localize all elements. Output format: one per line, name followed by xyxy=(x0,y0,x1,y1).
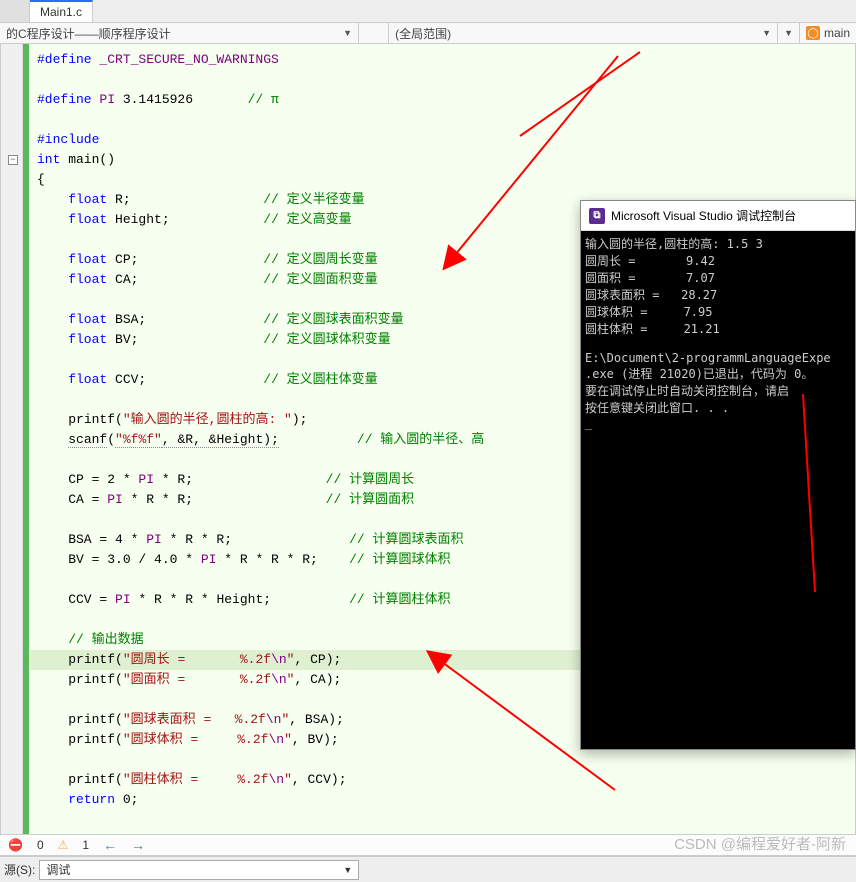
tab-spacer xyxy=(0,0,30,22)
output-source-row: 源(S): 调试 ▼ xyxy=(0,856,856,882)
code-line[interactable]: { xyxy=(29,170,855,190)
code-line[interactable]: #define _CRT_SECURE_NO_WARNINGS xyxy=(29,50,855,70)
console-titlebar[interactable]: ⧉ Microsoft Visual Studio 调试控制台 xyxy=(581,201,855,231)
code-line[interactable]: return 0; xyxy=(29,790,855,810)
console-body: 输入圆的半径,圆柱的高: 1.5 3 圆周长 = 9.42 圆面积 = 7.07… xyxy=(581,231,855,749)
chevron-down-icon: ▼ xyxy=(343,865,352,875)
error-icon[interactable]: ⛔ xyxy=(8,838,23,852)
visual-studio-icon: ⧉ xyxy=(589,208,605,224)
project-selector-label: 的C程序设计——顺序程序设计 xyxy=(6,25,171,42)
code-line[interactable]: printf("圆柱体积 = %.2f\n", CCV); xyxy=(29,770,855,790)
scope-selector-label: (全局范围) xyxy=(395,25,451,42)
warning-icon[interactable]: ⚠ xyxy=(58,838,69,852)
scope-selector[interactable]: (全局范围) ▼ xyxy=(389,23,778,43)
fold-toggle-icon[interactable]: − xyxy=(8,155,18,165)
source-label: 源(S): xyxy=(4,861,35,878)
project-selector[interactable]: 的C程序设计——顺序程序设计 ▼ xyxy=(0,23,359,43)
chevron-down-icon: ▼ xyxy=(343,28,352,38)
separator: ▼ xyxy=(778,23,800,43)
file-tab-bar: Main1.c xyxy=(0,0,856,22)
status-bar: ⛔ 0 ⚠ 1 ← → xyxy=(0,834,856,856)
separator xyxy=(359,23,389,43)
code-line[interactable]: −int main() xyxy=(29,150,855,170)
member-selector[interactable]: ◯ main xyxy=(800,26,856,40)
chevron-down-icon: ▼ xyxy=(784,28,793,38)
back-arrow-icon[interactable]: ← xyxy=(103,837,117,853)
source-selector-value: 调试 xyxy=(46,861,70,878)
context-selector-row: 的C程序设计——顺序程序设计 ▼ (全局范围) ▼ ▼ ◯ main xyxy=(0,22,856,44)
warning-count: 1 xyxy=(82,838,89,852)
error-count: 0 xyxy=(37,838,44,852)
code-line[interactable] xyxy=(29,750,855,770)
code-line[interactable]: #define PI 3.1415926 // π xyxy=(29,90,855,110)
file-tab-label: Main1.c xyxy=(40,5,82,19)
code-line[interactable] xyxy=(29,110,855,130)
forward-arrow-icon[interactable]: → xyxy=(131,837,145,853)
code-line[interactable]: #include xyxy=(29,130,855,150)
source-selector[interactable]: 调试 ▼ xyxy=(39,860,359,880)
function-icon: ◯ xyxy=(806,26,820,40)
member-selector-label: main xyxy=(824,26,850,40)
chevron-down-icon: ▼ xyxy=(762,28,771,38)
file-tab-main1[interactable]: Main1.c xyxy=(30,0,93,22)
debug-console-window[interactable]: ⧉ Microsoft Visual Studio 调试控制台 输入圆的半径,圆… xyxy=(580,200,856,750)
code-line[interactable] xyxy=(29,70,855,90)
console-title: Microsoft Visual Studio 调试控制台 xyxy=(611,207,796,224)
